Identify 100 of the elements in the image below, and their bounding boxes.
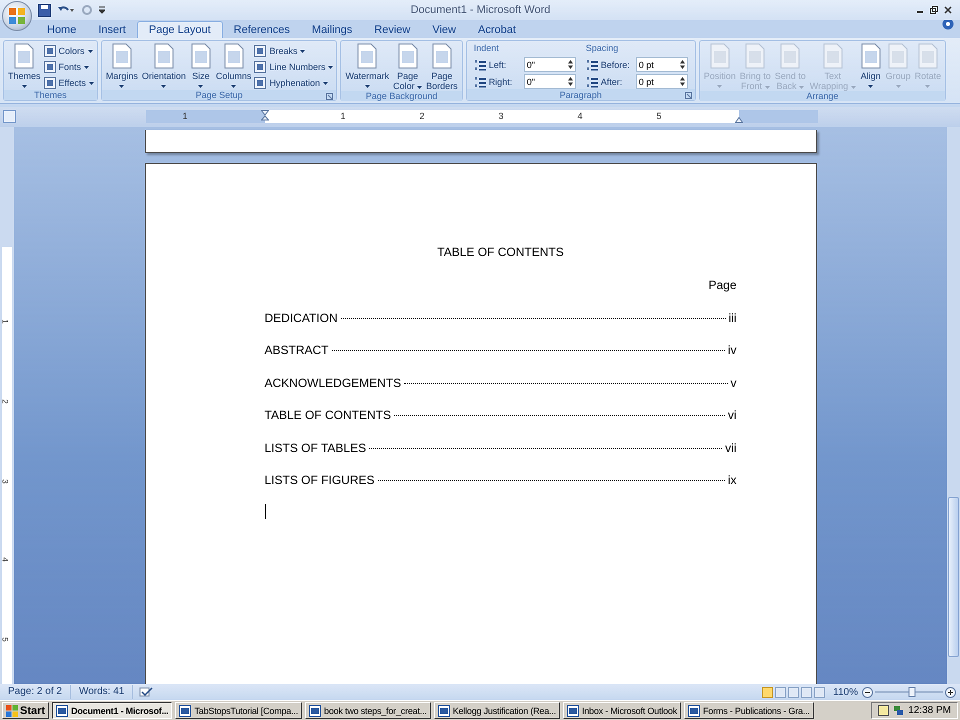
help-icon[interactable] [942, 18, 954, 30]
ruler-number: 3 [0, 479, 10, 484]
close-icon[interactable] [944, 6, 952, 14]
ribbon-button[interactable]: Columns [214, 43, 252, 90]
ribbon-tab[interactable]: Page Layout [136, 21, 223, 38]
word-count[interactable]: Words: 41 [70, 685, 134, 699]
caret-icon [850, 86, 856, 89]
tool-icon [44, 45, 56, 57]
caret-icon [764, 86, 770, 89]
taskbar-button[interactable]: Document1 - Microsof... [52, 702, 172, 719]
tab-selector[interactable] [3, 110, 16, 123]
spin-field[interactable]: 0 pt [636, 57, 688, 72]
restore-icon[interactable] [930, 6, 938, 14]
page-icon [860, 43, 882, 69]
tool-icon [44, 61, 56, 73]
ribbon-tab[interactable]: Review [363, 21, 422, 38]
ribbon-button[interactable]: Line Numbers [254, 60, 334, 74]
spin-arrows-icon [680, 60, 685, 69]
ribbon-tab[interactable]: View [421, 21, 467, 38]
toc-entry-title: TABLE OF CONTENTS [264, 407, 391, 423]
ruler-number: 2 [0, 399, 10, 404]
zoom-in-icon[interactable] [945, 686, 956, 698]
toc-entry-title: LISTS OF TABLES [264, 440, 366, 456]
taskbar-button[interactable]: Kellogg Justification (Rea... [434, 702, 560, 719]
spacing-icon [586, 76, 598, 88]
ribbon-button[interactable]: Margins [104, 43, 139, 90]
ribbon-tab[interactable]: References [222, 21, 301, 38]
ribbon-button[interactable]: Align [858, 43, 883, 91]
tool-icon [44, 77, 56, 89]
ruler-number: 5 [656, 110, 662, 123]
caret-icon [417, 86, 422, 89]
ribbon-button[interactable]: Effects [44, 76, 94, 90]
ruler-number: 4 [578, 110, 582, 123]
page-count[interactable]: Page: 2 of 2 [0, 685, 71, 699]
page-icon [887, 43, 910, 69]
group-label: Themes [34, 90, 67, 100]
clock: 12:38 PM [908, 705, 951, 716]
taskbar-button[interactable]: Forms - Publications - Gra... [684, 702, 814, 719]
toc-entry-title: ABSTRACT [264, 342, 329, 358]
tray-icon[interactable] [878, 705, 890, 716]
page-icon [396, 43, 419, 69]
ruler-number: 5 [0, 637, 10, 642]
zoom-level[interactable]: 110% [829, 686, 862, 698]
ribbon-tab[interactable]: Home [36, 21, 88, 38]
taskbar-button[interactable]: Inbox - Microsoft Outlook [562, 702, 681, 719]
page-icon [822, 43, 844, 69]
ribbon-tab[interactable]: Acrobat [467, 21, 527, 38]
group-label: Page Setup [196, 90, 243, 100]
right-indent-icon[interactable] [735, 117, 743, 123]
zoom-out-icon[interactable] [862, 686, 873, 698]
spin-arrows-icon [568, 60, 573, 69]
ruler-number: 4 [0, 557, 10, 562]
toc-page-number: vii [725, 440, 736, 456]
ribbon-button[interactable]: Page Borders [425, 43, 459, 91]
ribbon-button[interactable]: Size [188, 43, 213, 90]
spin-field[interactable]: 0" [524, 74, 576, 89]
proofing-icon[interactable] [139, 686, 154, 698]
dialog-launcher-icon[interactable] [684, 92, 692, 99]
caret-icon [717, 85, 722, 88]
network-icon[interactable] [893, 705, 904, 716]
spin-arrows-icon [568, 77, 573, 86]
toc-page-number: v [730, 374, 736, 390]
ribbon-button[interactable]: Fonts [44, 60, 94, 74]
ribbon-button[interactable]: Colors [44, 44, 94, 58]
page-icon [222, 43, 245, 69]
save-icon[interactable] [38, 4, 51, 16]
spin-field[interactable]: 0 pt [636, 74, 688, 89]
page-icon [13, 43, 36, 69]
ribbon-button[interactable]: Orientation [140, 43, 187, 90]
document-icon [309, 704, 322, 716]
indent-marker-icon[interactable] [261, 110, 269, 123]
document-title: TABLE OF CONTENTS [437, 245, 564, 259]
field-label: After: [600, 76, 624, 86]
ribbon-tab[interactable]: Insert [87, 21, 137, 38]
ribbon-button[interactable]: Hyphenation [254, 76, 334, 90]
ribbon-button[interactable]: Themes [7, 43, 42, 90]
ribbon-button[interactable]: Breaks [254, 44, 334, 58]
page-icon [708, 43, 731, 69]
ribbon-tab[interactable]: Mailings [300, 21, 364, 38]
taskbar-button[interactable]: book two steps_for_creat... [305, 702, 431, 719]
taskbar-button[interactable]: TabStopsTutorial [Compa... [175, 702, 302, 719]
spacing-icon [474, 76, 486, 88]
toc-page-number: iii [728, 310, 736, 326]
spacing-icon [586, 58, 598, 70]
spin-field[interactable]: 0" [524, 57, 576, 72]
zoom-slider[interactable] [875, 686, 943, 698]
caret-icon [925, 85, 930, 88]
ribbon-button[interactable]: Page Color [392, 43, 424, 91]
start-button[interactable]: Start [2, 702, 50, 719]
customize-icon[interactable] [99, 6, 105, 14]
page-icon [152, 43, 175, 69]
ribbon-button[interactable]: Watermark [344, 43, 390, 91]
caret-icon [161, 85, 166, 88]
zoom-thumb[interactable] [908, 687, 916, 697]
ruler-number: 3 [498, 110, 504, 123]
scrollbar[interactable] [947, 127, 960, 684]
document-icon [438, 704, 450, 716]
dialog-launcher-icon[interactable] [326, 93, 334, 100]
caret-icon [88, 82, 94, 84]
caret-icon [896, 85, 901, 88]
